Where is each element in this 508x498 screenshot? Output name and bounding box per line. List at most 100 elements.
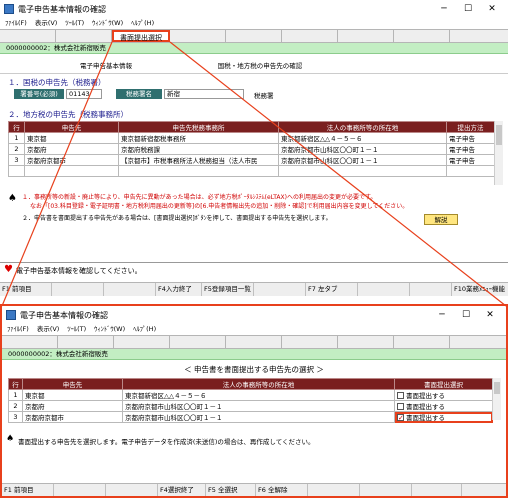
popup-fkey-blank-3[interactable] (106, 484, 158, 496)
submit-paper-checkbox-3[interactable]: ✓ (397, 413, 404, 421)
app-icon (4, 4, 14, 14)
tab-filing-destinations[interactable]: 国税・地方税の申告先の確認 (190, 61, 330, 72)
popup-col-select-header: 書面提出選択 (394, 378, 493, 390)
row-method: 電子申告 (446, 132, 495, 144)
fkey-blank-8[interactable] (358, 283, 410, 296)
fkey-f5[interactable]: F5登録項目一覧 (202, 283, 254, 296)
popup-menubar: ﾌｧｲﾙ(F) 表示(V) ﾂｰﾙ(T) ｳｨﾝﾄﾞｳ(W) ﾍﾙﾌﾟ(H) (2, 324, 506, 335)
row-office: 京都府税務課 (118, 143, 279, 155)
section-national-tax-title: １．国税の申告先（税務署） (8, 78, 106, 87)
popup-toolbar-slot-9[interactable] (450, 336, 506, 348)
popup-maximize-icon[interactable]: ☐ (454, 308, 478, 322)
fkey-f1[interactable]: F1 前項目 (0, 283, 52, 296)
popup-toolbar-slot-2[interactable] (58, 336, 114, 348)
tab-divider (0, 73, 508, 74)
popup-fkey-blank-8[interactable] (360, 484, 412, 496)
popup-menu-help[interactable]: ﾍﾙﾌﾟ(H) (133, 324, 156, 335)
fkey-blank-6[interactable] (254, 283, 306, 296)
submit-paper-checkbox-1[interactable] (397, 391, 404, 399)
col-office-header: 申告先税務事務所 (118, 121, 279, 133)
popup-fkey-f4[interactable]: F4選択終了 (158, 484, 206, 496)
submit-paper-checkbox-2[interactable] (397, 402, 404, 410)
toolbar-slot-6[interactable] (282, 30, 338, 42)
row-no: 3 (8, 154, 25, 166)
popup-toolbar-slot-4[interactable] (170, 336, 226, 348)
toolbar-slot-1[interactable] (0, 30, 56, 42)
popup-menu-view[interactable]: 表示(V) (37, 324, 60, 335)
menu-help[interactable]: ﾍﾙﾌﾟ(H) (131, 18, 154, 29)
tab-basic-info[interactable]: 電子申告基本情報 (56, 61, 156, 72)
row-addr: 京都府京都市山科区〇〇町１－１ (122, 411, 395, 423)
popup-menu-window[interactable]: ｳｨﾝﾄﾞｳ(W) (94, 324, 125, 335)
fkey-blank-2[interactable] (52, 283, 104, 296)
popup-fkey-blank-10[interactable] (462, 484, 506, 496)
table-row[interactable]: 1 東京都 東京都新宿都税事務所 東京都新宿区△△４－５－６ 電子申告 (8, 132, 495, 144)
popup-fkey-blank-2[interactable] (54, 484, 106, 496)
maximize-icon[interactable]: ☐ (456, 2, 480, 16)
note-2: ２．申告書を書面提出する申告先がある場合は、[書面提出選択]ﾎﾞﾀﾝを押して、書… (22, 215, 332, 222)
toolbar-slot-7[interactable] (338, 30, 394, 42)
tax-office-code-field[interactable]: 01143 (66, 89, 102, 99)
menu-file[interactable]: ﾌｧｲﾙ(F) (5, 18, 27, 29)
table-row[interactable]: 1 東京都 東京都新宿区△△４－５－６ 書面提出する (8, 389, 493, 401)
tax-office-name-field[interactable]: 新宿 (164, 89, 244, 99)
popup-fkey-f1[interactable]: F1 前項目 (2, 484, 54, 496)
explain-button[interactable]: 解説 (424, 214, 458, 225)
row-no: 2 (8, 400, 23, 412)
toolbar-slot-9[interactable] (450, 30, 508, 42)
popup-window-title: 電子申告基本情報の確認 (20, 311, 108, 320)
table-row[interactable]: 3 京都府京都市 京都府京都市山科区〇〇町１－１ ✓ 書面提出する (8, 411, 493, 423)
row-addr: 京都府京都市山科区〇〇町１－１ (278, 154, 447, 166)
popup-toolbar (2, 335, 506, 349)
fkey-blank-9[interactable] (410, 283, 452, 296)
local-tax-table-header: 行 申告先 申告先税務事務所 法人の事務所等の所在地 提出方法 (8, 121, 495, 133)
popup-fkey-f6[interactable]: F6 全解除 (256, 484, 308, 496)
company-bar: 0000000002：株式会社新宿販売 (0, 43, 508, 54)
fkey-f4[interactable]: F4入力終了 (156, 283, 202, 296)
popup-toolbar-slot-6[interactable] (282, 336, 338, 348)
close-icon[interactable]: ✕ (480, 2, 504, 16)
document-select-table-header: 行 申告先 法人の事務所等の所在地 書面提出選択 (8, 378, 493, 390)
row-addr: 東京都新宿区△△４－５－６ (278, 132, 447, 144)
menu-tools[interactable]: ﾂｰﾙ(T) (65, 18, 84, 29)
popup-toolbar-slot-3[interactable] (114, 336, 170, 348)
popup-menu-file[interactable]: ﾌｧｲﾙ(F) (7, 324, 29, 335)
popup-col-addr-header: 法人の事務所等の所在地 (122, 378, 395, 390)
popup-fkey-blank-7[interactable] (308, 484, 360, 496)
checkbox-label: 書面提出する (406, 414, 445, 422)
popup-close-icon[interactable]: ✕ (478, 308, 502, 322)
popup-minimize-icon[interactable]: ─ (430, 308, 454, 322)
popup-toolbar-slot-8[interactable] (394, 336, 450, 348)
toolbar-slot-4[interactable] (170, 30, 226, 42)
row-no: 1 (8, 389, 23, 401)
toolbar-slot-2[interactable] (56, 30, 112, 42)
popup-window: 電子申告基本情報の確認 ─ ☐ ✕ ﾌｧｲﾙ(F) 表示(V) ﾂｰﾙ(T) ｳｨﾝﾄ… (0, 304, 508, 498)
menu-window[interactable]: ｳｨﾝﾄﾞｳ(W) (92, 18, 123, 29)
table-row[interactable]: 2 京都府 京都府京都市山科区〇〇町１－１ 書面提出する (8, 400, 493, 412)
popup-toolbar-slot-1[interactable] (2, 336, 58, 348)
popup-fkey-f5[interactable]: F5 全選択 (206, 484, 256, 496)
table-row[interactable]: 3 京都府京都市 【京都市】市税事務所法人税務担当（法人市民 京都府京都市山科区… (8, 154, 495, 166)
fkey-f10[interactable]: F10業務ﾒﾆｭｰ機能 (452, 283, 508, 296)
popup-fkey-blank-9[interactable] (412, 484, 462, 496)
popup-toolbar-slot-7[interactable] (338, 336, 394, 348)
col-row-header: 行 (8, 121, 25, 133)
popup-toolbar-slot-5[interactable] (226, 336, 282, 348)
fkey-f7[interactable]: F7 左タブ (306, 283, 358, 296)
tax-office-suffix: 税務署 (254, 92, 274, 100)
toolbar-slot-8[interactable] (394, 30, 450, 42)
note-1: １．事務所等の新設・廃止等により、申告先に異動があった場合は、必ず地方税ﾎﾟｰﾀ… (22, 194, 377, 201)
document-submit-select-button[interactable]: 書面提出選択 (112, 30, 170, 42)
toolbar-slot-5[interactable] (226, 30, 282, 42)
tax-office-name-label: 税務署名 (116, 89, 162, 99)
menu-view[interactable]: 表示(V) (35, 18, 58, 29)
document-select-scrollbar[interactable] (492, 378, 501, 420)
table-row[interactable]: 2 京都府 京都府税務課 京都府京都市山科区〇〇町１－１ 電子申告 (8, 143, 495, 155)
row-select: ✓ 書面提出する (394, 411, 493, 423)
fkey-blank-3[interactable] (104, 283, 156, 296)
local-tax-table-scrollbar[interactable] (494, 121, 503, 185)
row-dest: 京都府 (22, 400, 123, 412)
popup-function-keys: F1 前項目 F4選択終了 F5 全選択 F6 全解除 (2, 483, 506, 496)
popup-menu-tools[interactable]: ﾂｰﾙ(T) (67, 324, 86, 335)
minimize-icon[interactable]: ─ (432, 2, 456, 16)
